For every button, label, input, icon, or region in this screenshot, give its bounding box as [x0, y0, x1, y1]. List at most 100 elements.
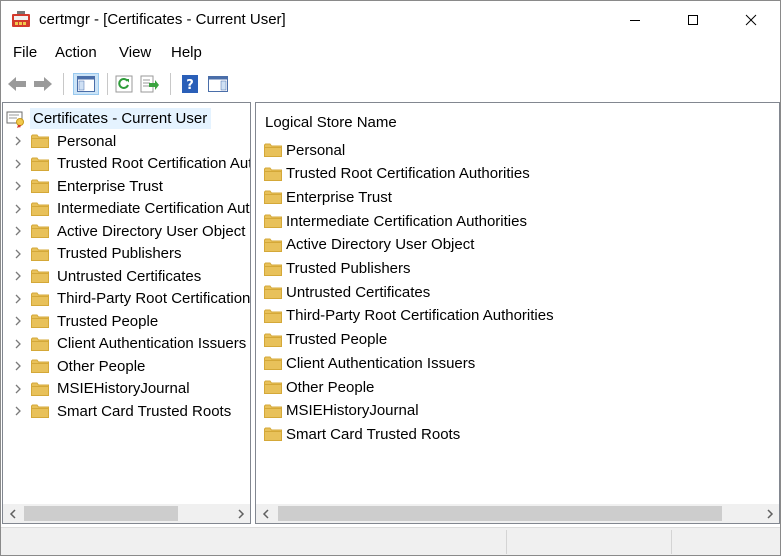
folder-icon [31, 202, 49, 216]
tree-item[interactable]: Other People [3, 355, 145, 377]
show-hide-console-tree-icon [77, 76, 95, 92]
status-divider [506, 530, 507, 554]
expand-chevron-icon[interactable] [3, 204, 31, 214]
refresh-icon [115, 75, 133, 93]
tree-item[interactable]: Smart Card Trusted Roots [3, 400, 231, 422]
list-item-label: Trusted Publishers [286, 260, 411, 277]
list-item-label: Enterprise Trust [286, 188, 392, 206]
list-item[interactable]: Third-Party Root Certification Authoriti… [264, 305, 554, 327]
tree-root-item[interactable]: Certificates - Current User [6, 108, 212, 129]
menu-view[interactable]: View [119, 44, 151, 61]
maximize-icon [688, 15, 698, 25]
list-item[interactable]: Trusted People [264, 329, 387, 351]
tree-item[interactable]: MSIEHistoryJournal [3, 378, 190, 400]
folder-icon [264, 356, 282, 371]
chevron-right-icon [766, 508, 773, 519]
tree-item[interactable]: Active Directory User Object [3, 220, 245, 242]
menu-file[interactable]: File [13, 44, 37, 61]
list-item[interactable]: Enterprise Trust [264, 186, 392, 208]
tree-item-label: Other People [57, 357, 146, 375]
export-list-icon [140, 75, 159, 93]
forward-button[interactable] [32, 73, 54, 95]
list-item-label: Client Authentication Issuers [286, 354, 476, 372]
export-list-button[interactable] [139, 73, 161, 95]
folder-icon [31, 404, 49, 418]
menu-action[interactable]: Action [55, 44, 97, 61]
tree-item[interactable]: Intermediate Certification Authorities [3, 198, 250, 220]
title-bar[interactable]: certmgr - [Certificates - Current User] [1, 1, 780, 39]
list-item[interactable]: Other People [264, 376, 374, 398]
scroll-right-button[interactable] [760, 504, 779, 523]
maximize-button[interactable] [670, 1, 716, 39]
expand-chevron-icon[interactable] [3, 339, 31, 349]
tree-item[interactable]: Client Authentication Issuers [3, 333, 246, 355]
list-item[interactable]: Client Authentication Issuers [264, 352, 475, 374]
back-button[interactable] [6, 73, 28, 95]
list-item-label: Smart Card Trusted Roots [286, 425, 461, 443]
scroll-right-button[interactable] [231, 504, 250, 523]
expand-chevron-icon[interactable] [3, 136, 31, 146]
tree-item[interactable]: Untrusted Certificates [3, 265, 201, 287]
results-pane[interactable]: Logical Store Name Personal Trusted Root … [255, 102, 780, 524]
list-item-label: Third-Party Root Certification Authoriti… [286, 307, 554, 325]
minimize-button[interactable] [612, 1, 658, 39]
list-item-label: Trusted Root Certification Authorities [286, 165, 530, 183]
expand-chevron-icon[interactable] [3, 294, 31, 304]
menu-bar: File Action View Help [1, 41, 780, 65]
folder-icon [31, 314, 49, 328]
expand-chevron-icon[interactable] [3, 159, 31, 169]
list-item[interactable]: Smart Card Trusted Roots [264, 423, 460, 445]
list-item[interactable]: Trusted Root Certification Authorities [264, 163, 530, 185]
refresh-button[interactable] [113, 73, 135, 95]
list-item[interactable]: Untrusted Certificates [264, 281, 430, 303]
expand-chevron-icon[interactable] [3, 316, 31, 326]
tree-item[interactable]: Third-Party Root Certification Authoriti… [3, 288, 250, 310]
list-item[interactable]: Personal [264, 139, 345, 161]
tree-horizontal-scrollbar[interactable] [3, 504, 250, 523]
expand-chevron-icon[interactable] [3, 181, 31, 191]
results-horizontal-scrollbar[interactable] [256, 504, 779, 523]
console-tree-pane[interactable]: Certificates - Current User Personal Trus… [2, 102, 251, 524]
list-item[interactable]: MSIEHistoryJournal [264, 400, 419, 422]
show-hide-console-tree-button[interactable] [73, 73, 99, 95]
scroll-thumb[interactable] [278, 506, 722, 521]
list-item[interactable]: Intermediate Certification Authorities [264, 210, 527, 232]
menu-help[interactable]: Help [171, 44, 202, 61]
folder-icon [264, 190, 282, 205]
tree-item[interactable]: Trusted Root Certification Authorities [3, 153, 250, 175]
expand-chevron-icon[interactable] [3, 271, 31, 281]
list-item[interactable]: Active Directory User Object [264, 234, 474, 256]
tree-item[interactable]: Trusted People [3, 310, 158, 332]
folder-icon [264, 238, 282, 252]
folder-icon [264, 262, 282, 276]
tree-item[interactable]: Trusted Publishers [3, 243, 182, 265]
close-button[interactable] [728, 1, 774, 39]
expand-chevron-icon[interactable] [3, 361, 31, 371]
folder-icon [31, 134, 49, 148]
folder-icon [264, 333, 282, 347]
minimize-icon [630, 20, 640, 21]
expand-chevron-icon[interactable] [3, 249, 31, 259]
tree-root-label: Certificates - Current User [30, 108, 212, 129]
show-hide-action-pane-button[interactable] [207, 73, 229, 95]
tree-item[interactable]: Enterprise Trust [3, 175, 163, 197]
help-button[interactable]: ? [179, 73, 201, 95]
expand-chevron-icon[interactable] [3, 406, 31, 416]
folder-icon [264, 285, 282, 300]
folder-icon [264, 404, 282, 418]
scroll-left-button[interactable] [3, 504, 22, 523]
window-title: certmgr - [Certificates - Current User] [39, 11, 286, 28]
list-item[interactable]: Trusted Publishers [264, 258, 411, 280]
folder-icon [264, 143, 282, 157]
folder-icon [264, 380, 282, 394]
expand-chevron-icon[interactable] [3, 226, 31, 236]
expand-chevron-icon[interactable] [3, 384, 31, 394]
column-header-logical-store-name[interactable]: Logical Store Name [265, 114, 397, 131]
chevron-right-icon [237, 508, 244, 519]
tree-item[interactable]: Personal [3, 130, 116, 152]
list-item-label: MSIEHistoryJournal [286, 402, 419, 420]
tree-item-label: Trusted Root Certification Authorities [57, 155, 250, 172]
tree-item-label: Untrusted Certificates [57, 267, 202, 285]
scroll-thumb[interactable] [24, 506, 178, 521]
scroll-left-button[interactable] [256, 504, 275, 523]
